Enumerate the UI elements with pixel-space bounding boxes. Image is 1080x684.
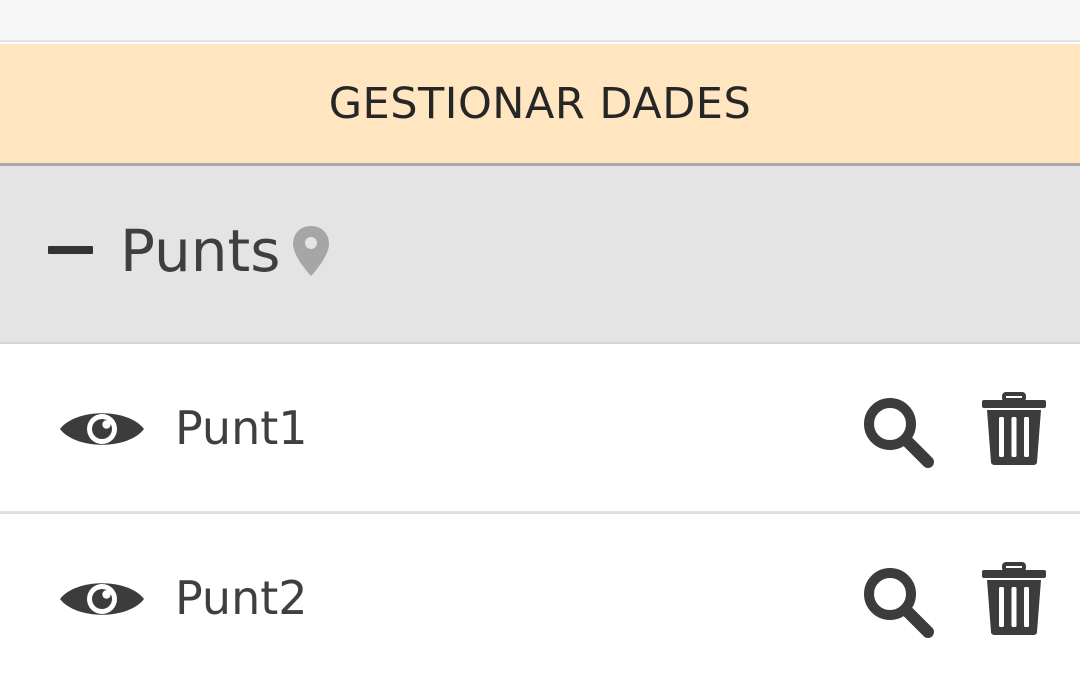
group-title: Punts xyxy=(120,217,281,285)
magnifier-icon[interactable] xyxy=(860,394,936,470)
eye-icon[interactable] xyxy=(58,404,146,454)
list-item: Punt2 xyxy=(0,514,1080,684)
layer-group-header[interactable]: Punts xyxy=(0,166,1080,344)
eye-icon[interactable] xyxy=(58,574,146,624)
collapse-minus-icon[interactable] xyxy=(48,246,93,254)
top-bar xyxy=(0,0,1080,42)
manage-data-label: GESTIONAR DADES xyxy=(328,78,752,129)
list-item: Punt1 xyxy=(0,344,1080,514)
item-label: Punt2 xyxy=(175,571,308,625)
item-label: Punt1 xyxy=(175,401,308,455)
trash-icon[interactable] xyxy=(980,392,1048,466)
magnifier-icon[interactable] xyxy=(860,564,936,640)
manage-data-button[interactable]: GESTIONAR DADES xyxy=(0,44,1080,166)
trash-icon[interactable] xyxy=(980,562,1048,636)
map-pin-icon xyxy=(293,226,329,276)
